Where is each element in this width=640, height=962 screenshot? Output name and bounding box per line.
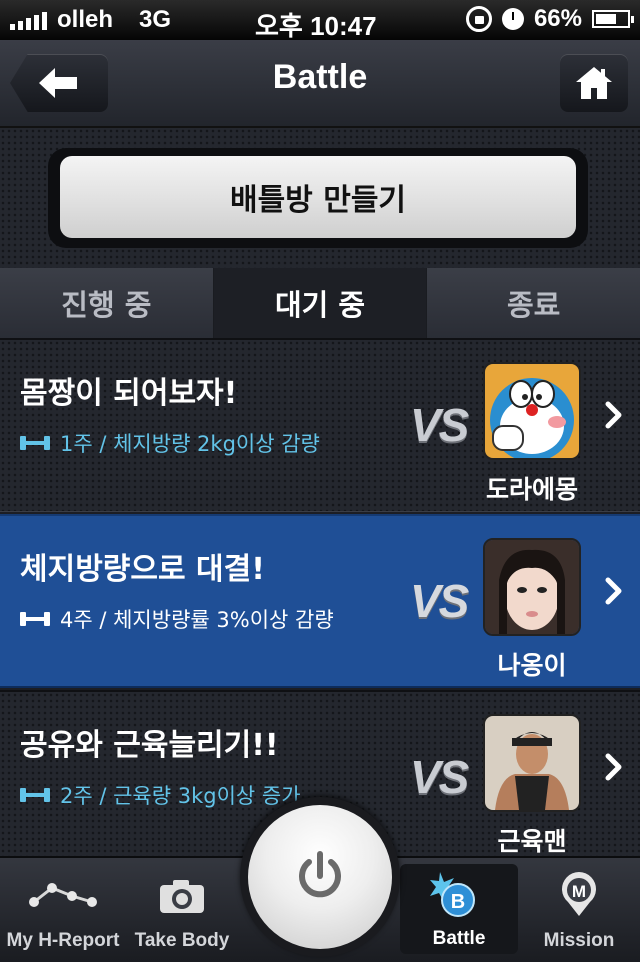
svg-text:B: B (451, 891, 465, 913)
battle-goal: 4주 / 체지방량률 3%이상 감량 (20, 604, 334, 634)
tab-finished[interactable]: 종료 (427, 268, 640, 338)
vs-label: VS (410, 751, 469, 803)
create-area: 배틀방 만들기 (0, 128, 640, 268)
dumbbell-icon (20, 612, 50, 626)
svg-text:M: M (572, 882, 586, 901)
home-icon (576, 67, 612, 99)
battle-goal-text: 1주 / 체지방량 2kg이상 감량 (60, 432, 320, 456)
create-frame: 배틀방 만들기 (48, 148, 588, 248)
carrier-label: olleh (57, 6, 114, 33)
tab-label: My H-Report (6, 930, 120, 951)
tab-my-h-report[interactable]: My H-Report (0, 858, 126, 962)
opponent-name: 도라에몽 (485, 475, 578, 504)
battle-goal-text: 2주 / 근육량 3kg이상 증가 (60, 784, 301, 808)
chevron-right-icon (605, 401, 622, 429)
battle-goal: 2주 / 근육량 3kg이상 증가 (20, 780, 301, 810)
opponent-avatar (483, 714, 581, 812)
status-time: 오후 10:47 (255, 11, 377, 41)
create-battle-room-button[interactable]: 배틀방 만들기 (60, 156, 576, 238)
battle-goal-text: 4주 / 체지방량률 3%이상 감량 (60, 608, 334, 632)
tab-label: Take Body (134, 930, 230, 951)
battle-goal: 1주 / 체지방량 2kg이상 감량 (20, 428, 320, 458)
rotation-lock-icon (465, 6, 492, 32)
tab-take-body[interactable]: Take Body (126, 858, 238, 962)
tab-label: Battle (432, 928, 486, 949)
battery-percent: 66% (533, 5, 582, 32)
battle-title: 체지방량으로 대결! (20, 552, 265, 587)
opponent-name: 나옹이 (497, 651, 567, 680)
tab-mission[interactable]: M Mission (518, 858, 640, 962)
vs-label: VS (410, 575, 469, 627)
battery-icon (592, 10, 634, 28)
power-icon (299, 851, 341, 898)
battle-title: 공유와 근육늘리기!! (20, 728, 279, 763)
dumbbell-icon (20, 436, 50, 450)
battle-title: 몸짱이 되어보자! (20, 376, 238, 411)
tab-in-progress[interactable]: 진행 중 (0, 268, 214, 338)
battle-row[interactable]: 몸짱이 되어보자! 1주 / 체지방량 2kg이상 감량 VS 도라에몽 (0, 338, 640, 512)
alarm-icon (501, 8, 524, 30)
tab-waiting[interactable]: 대기 중 (213, 268, 428, 338)
camera-icon (160, 880, 204, 913)
graph-icon (29, 883, 97, 907)
status-bar: olleh 3G 오후 10:47 66% (0, 0, 640, 41)
signal-strength-icon (10, 10, 47, 30)
opponent-avatar (483, 538, 581, 636)
tab-battle[interactable]: B Battle (400, 864, 518, 954)
network-label: 3G (139, 6, 172, 33)
battle-badge-icon: B (430, 872, 475, 917)
page-title: Battle (272, 58, 368, 96)
battle-row[interactable]: 체지방량으로 대결! 4주 / 체지방량률 3%이상 감량 VS 나옹이 (0, 514, 640, 688)
tab-label: Mission (543, 930, 615, 951)
chevron-right-icon (605, 753, 622, 781)
battle-status-tabs: 진행 중 대기 중 종료 (0, 268, 640, 338)
chevron-right-icon (605, 577, 622, 605)
dumbbell-icon (20, 788, 50, 802)
power-button[interactable] (248, 805, 392, 949)
nav-header: Battle (0, 40, 640, 128)
home-button[interactable] (560, 54, 628, 112)
vs-label: VS (410, 399, 469, 451)
mission-pin-icon: M (562, 872, 596, 916)
opponent-name: 근육맨 (497, 827, 567, 856)
opponent-avatar (483, 362, 581, 460)
